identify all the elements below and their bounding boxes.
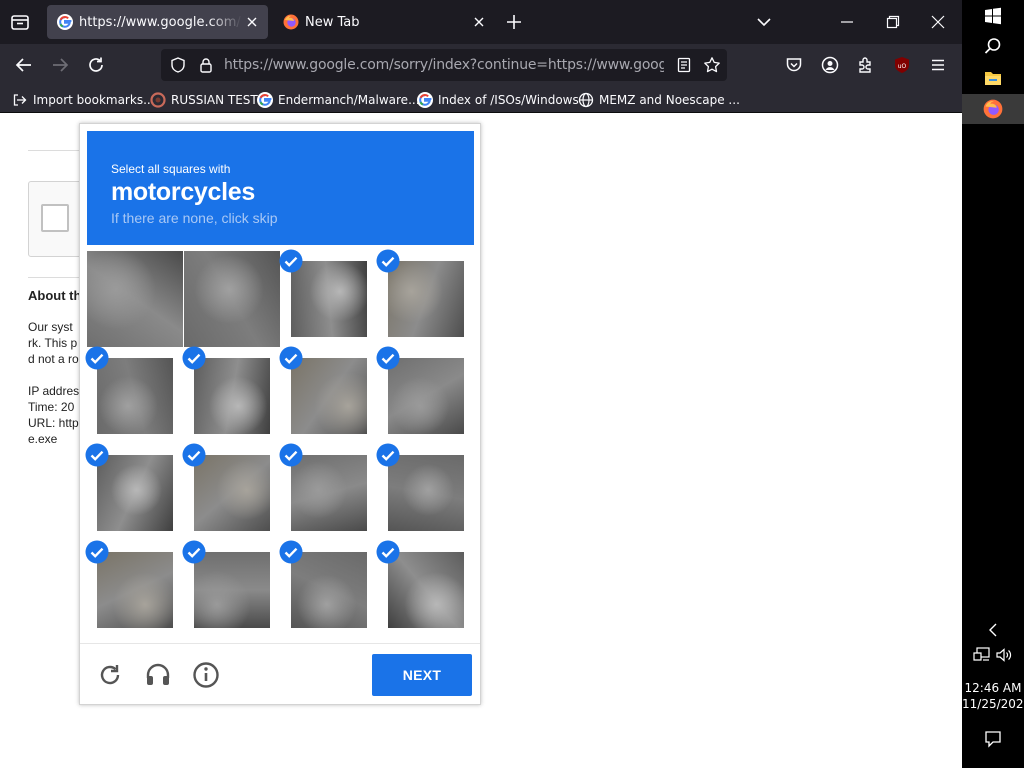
bookmark-label: MEMZ and Noescape ... <box>599 93 740 107</box>
tile-selected-check-icon <box>85 443 109 467</box>
search-icon[interactable] <box>962 34 1024 58</box>
chevron-left-icon[interactable] <box>962 620 1024 640</box>
audio-headphones-icon[interactable] <box>144 661 172 689</box>
notifications-icon[interactable] <box>962 728 1024 750</box>
tile-selected-check-icon <box>376 249 400 273</box>
recaptcha-checkbox[interactable] <box>41 204 69 232</box>
bookmark-endermanch[interactable]: Endermanch/Malware... <box>257 90 420 110</box>
tile-selected-check-icon <box>85 346 109 370</box>
tab-bar: https://www.google.com/search New Tab <box>0 0 962 44</box>
clock-time: 12:46 AM <box>964 681 1022 695</box>
tile-selected-check-icon <box>279 443 303 467</box>
list-all-tabs-chevron-icon[interactable] <box>752 10 776 34</box>
challenge-instruction: Select all squares with <box>111 162 231 176</box>
tab-new-tab[interactable]: New Tab <box>273 5 495 39</box>
bookmark-memz[interactable]: MEMZ and Noescape ... <box>578 90 740 110</box>
info-line: URL: http <box>28 416 79 430</box>
tracking-protection-shield-icon[interactable] <box>170 57 186 73</box>
about-heading: About th <box>28 288 82 303</box>
forward-arrow-icon[interactable] <box>48 53 72 77</box>
windows-taskbar: 12:46 AM 11/25/2024 <box>962 0 1024 768</box>
firefox-icon <box>283 14 299 30</box>
lock-icon[interactable] <box>198 57 214 73</box>
hamburger-menu-icon[interactable] <box>926 53 950 77</box>
tile-selected-check-icon <box>279 249 303 273</box>
browser-window: https://www.google.com/search New Tab <box>0 0 962 768</box>
tile-selected-check-icon <box>279 346 303 370</box>
recaptcha-challenge: Select all squares with motorcycles If t… <box>79 123 481 705</box>
url-text[interactable]: https://www.google.com/sorry/index?conti… <box>224 57 664 73</box>
tile-selected-check-icon <box>182 540 206 564</box>
windows-start-icon[interactable] <box>962 4 1024 28</box>
network-icon[interactable] <box>973 647 991 663</box>
reload-icon[interactable] <box>84 53 108 77</box>
url-bar[interactable]: https://www.google.com/sorry/index?conti… <box>161 49 727 81</box>
tile-selected-check-icon <box>182 443 206 467</box>
close-tab-icon[interactable] <box>469 12 489 32</box>
google-g-icon <box>417 92 433 108</box>
firefox-taskbar-icon[interactable] <box>962 94 1024 124</box>
tile-selected-check-icon <box>376 346 400 370</box>
volume-icon[interactable] <box>995 647 1013 663</box>
restore-icon[interactable] <box>881 10 905 34</box>
back-arrow-icon[interactable] <box>12 53 36 77</box>
challenge-keyword: motorcycles <box>111 178 255 206</box>
info-line: Time: 20 <box>28 400 75 414</box>
bookmark-isos-windows[interactable]: Index of /ISOs/Windows <box>417 90 579 110</box>
globe-icon <box>578 92 594 108</box>
reload-icon[interactable] <box>96 661 124 689</box>
account-icon[interactable] <box>818 53 842 77</box>
info-line: IP addres <box>28 384 80 398</box>
divider <box>28 277 80 278</box>
minimize-icon[interactable] <box>835 10 859 34</box>
challenge-header: Select all squares with motorcycles If t… <box>87 131 474 245</box>
challenge-hint: If there are none, click skip <box>111 210 278 226</box>
bookmark-import[interactable]: Import bookmarks... <box>12 90 155 110</box>
google-g-icon <box>57 14 73 30</box>
pocket-icon[interactable] <box>782 53 806 77</box>
tile-selected-check-icon <box>182 346 206 370</box>
bookmark-label: Index of /ISOs/Windows <box>438 93 579 107</box>
reader-view-icon[interactable] <box>676 57 692 73</box>
extensions-puzzle-icon[interactable] <box>854 53 878 77</box>
tile-selected-check-icon <box>376 443 400 467</box>
navigation-toolbar: https://www.google.com/sorry/index?conti… <box>0 44 962 86</box>
site-icon <box>150 92 166 108</box>
close-tab-icon[interactable] <box>242 12 262 32</box>
system-tray <box>962 645 1024 665</box>
new-tab-icon[interactable] <box>503 11 525 33</box>
ublock-origin-icon[interactable]: uO <box>890 53 914 77</box>
tile-selected-check-icon <box>376 540 400 564</box>
para-line: Our syst <box>28 320 73 334</box>
bookmark-star-icon[interactable] <box>703 56 721 74</box>
para-line: rk. This p <box>28 336 78 350</box>
close-window-icon[interactable] <box>926 10 950 34</box>
bookmark-russian-test[interactable]: RUSSIAN TEST <box>150 90 258 110</box>
file-explorer-icon[interactable] <box>962 66 1024 90</box>
divider <box>28 150 80 151</box>
bookmarks-toolbar: Import bookmarks... RUSSIAN TEST Enderma… <box>0 86 962 113</box>
next-button[interactable]: NEXT <box>372 654 472 696</box>
info-icon[interactable] <box>192 661 220 689</box>
image-tile[interactable] <box>87 251 183 347</box>
svg-text:uO: uO <box>898 63 907 70</box>
image-tile[interactable] <box>184 251 280 347</box>
clock[interactable]: 12:46 AM 11/25/2024 <box>962 680 1024 712</box>
tile-selected-check-icon <box>85 540 109 564</box>
bookmark-label: Import bookmarks... <box>33 93 155 107</box>
tab-google-search[interactable]: https://www.google.com/search <box>47 5 268 39</box>
tab-title: New Tab <box>305 14 360 30</box>
tab-list-icon[interactable] <box>8 10 32 34</box>
challenge-footer: NEXT <box>80 643 480 705</box>
tab-title: https://www.google.com/search <box>79 14 242 30</box>
para-line: d not a ro <box>28 352 79 366</box>
tile-selected-check-icon <box>279 540 303 564</box>
import-icon <box>13 94 27 106</box>
bookmark-label: Endermanch/Malware... <box>278 93 420 107</box>
clock-date: 11/25/2024 <box>962 697 1024 711</box>
info-line: e.exe <box>28 432 58 446</box>
bookmark-label: RUSSIAN TEST <box>171 93 258 107</box>
google-g-icon <box>257 92 273 108</box>
